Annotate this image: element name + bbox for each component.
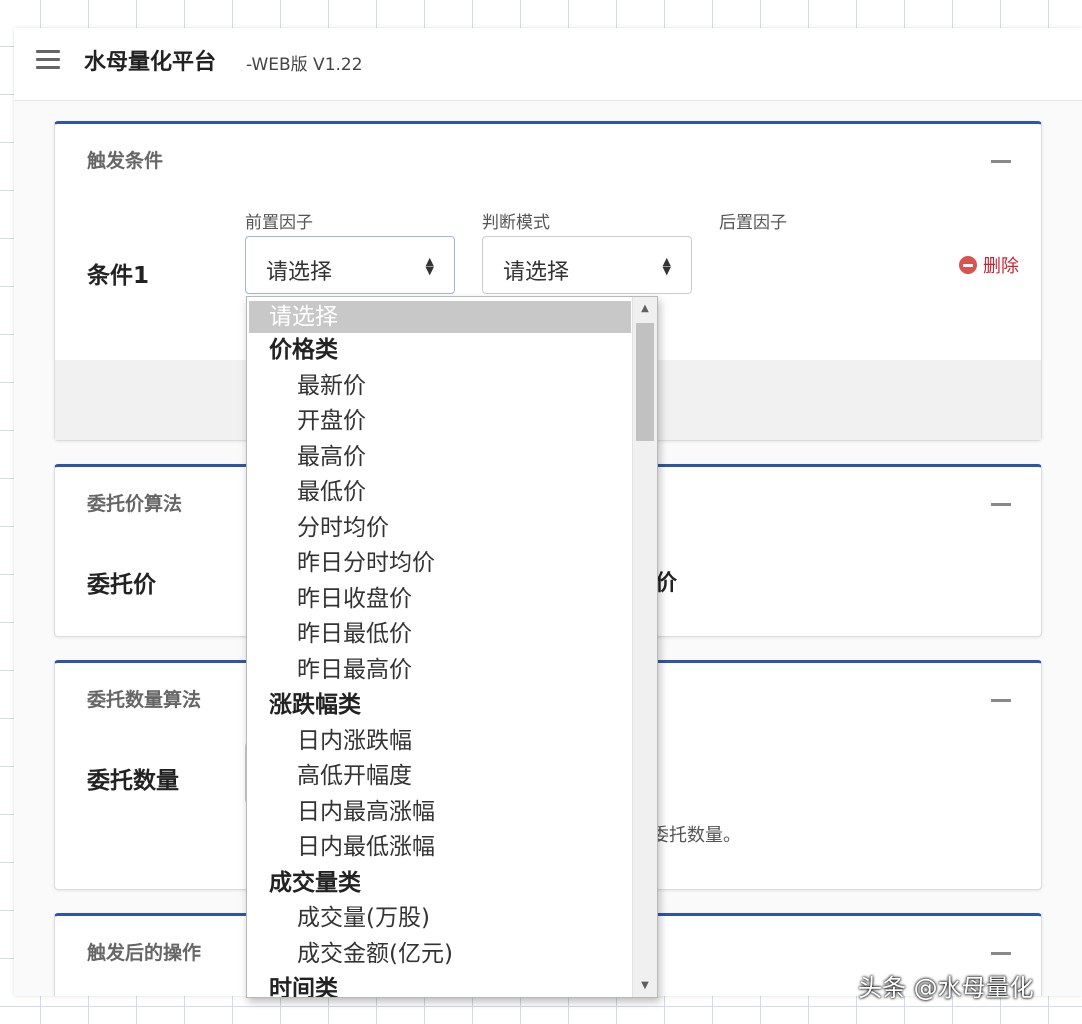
card-title: 委托数量算法 <box>87 685 201 712</box>
judge-mode-select[interactable]: 请选择 ▲▼ <box>482 236 692 294</box>
remove-circle-icon <box>959 256 977 274</box>
dropdown-option[interactable]: 日内涨跌幅 <box>247 724 631 760</box>
scrollbar-thumb[interactable] <box>636 323 654 441</box>
select-arrows-icon: ▲▼ <box>426 257 434 275</box>
front-factor-label: 前置因子 <box>245 208 313 233</box>
dropdown-option[interactable]: 请选择 <box>249 301 631 333</box>
condition-label: 条件1 <box>87 256 149 290</box>
dropdown-option[interactable]: 昨日分时均价 <box>247 546 631 582</box>
dropdown-option[interactable]: 日内最高涨幅 <box>247 795 631 831</box>
judge-mode-label: 判断模式 <box>482 208 550 233</box>
minimize-icon[interactable] <box>991 699 1011 702</box>
dropdown-option[interactable]: 高低开幅度 <box>247 759 631 795</box>
dropdown-group-label: 成交量类 <box>247 866 631 902</box>
order-quantity-label: 委托数量 <box>87 761 179 795</box>
judge-mode-value: 请选择 <box>503 260 569 285</box>
front-factor-select[interactable]: 请选择 ▲▼ <box>245 236 455 294</box>
front-factor-value: 请选择 <box>266 260 332 285</box>
order-price-label: 委托价 <box>87 565 156 599</box>
menu-icon[interactable] <box>36 50 60 70</box>
watermark: 头条 @水母量化 <box>858 968 1034 1003</box>
delete-label: 删除 <box>983 256 1019 277</box>
dropdown-option[interactable]: 日内最低涨幅 <box>247 830 631 866</box>
top-bar: 水母量化平台 -WEB版 V1.22 <box>14 28 1082 101</box>
minimize-icon[interactable] <box>991 503 1011 506</box>
dropdown-group-label: 涨跌幅类 <box>247 688 631 724</box>
scroll-up-icon[interactable]: ▲ <box>633 303 657 314</box>
rear-factor-label: 后置因子 <box>719 208 787 233</box>
dropdown-group-label: 价格类 <box>247 333 631 369</box>
quantity-hint: 委托数量。 <box>651 821 741 847</box>
card-title: 触发条件 <box>87 146 163 173</box>
app-title: 水母量化平台 <box>84 44 216 76</box>
dropdown-option[interactable]: 开盘价 <box>247 404 631 440</box>
price-option-text: 价 <box>655 565 677 597</box>
front-factor-dropdown[interactable]: 请选择价格类最新价开盘价最高价最低价分时均价昨日分时均价昨日收盘价昨日最低价昨日… <box>246 296 658 998</box>
dropdown-option[interactable]: 最低价 <box>247 475 631 511</box>
dropdown-option[interactable]: 最高价 <box>247 440 631 476</box>
dropdown-option[interactable]: 昨日最高价 <box>247 653 631 689</box>
dropdown-option[interactable]: 成交量(万股) <box>247 901 631 937</box>
app-version: -WEB版 V1.22 <box>246 50 363 75</box>
dropdown-option[interactable]: 昨日最低价 <box>247 617 631 653</box>
minimize-icon[interactable] <box>991 160 1011 163</box>
dropdown-group-label: 时间类 <box>247 972 631 998</box>
dropdown-scrollbar[interactable]: ▲ ▼ <box>632 297 657 997</box>
select-arrows-icon: ▲▼ <box>663 257 671 275</box>
card-title: 委托价算法 <box>87 489 182 516</box>
dropdown-option[interactable]: 成交金额(亿元) <box>247 937 631 973</box>
dropdown-option[interactable]: 最新价 <box>247 369 631 405</box>
dropdown-option[interactable]: 昨日收盘价 <box>247 582 631 618</box>
minimize-icon[interactable] <box>991 952 1011 955</box>
scroll-down-icon[interactable]: ▼ <box>633 980 657 991</box>
card-title: 触发后的操作 <box>87 938 201 965</box>
delete-button[interactable]: 删除 <box>959 252 1019 278</box>
dropdown-option[interactable]: 分时均价 <box>247 511 631 547</box>
dropdown-options: 请选择价格类最新价开盘价最高价最低价分时均价昨日分时均价昨日收盘价昨日最低价昨日… <box>247 297 631 998</box>
